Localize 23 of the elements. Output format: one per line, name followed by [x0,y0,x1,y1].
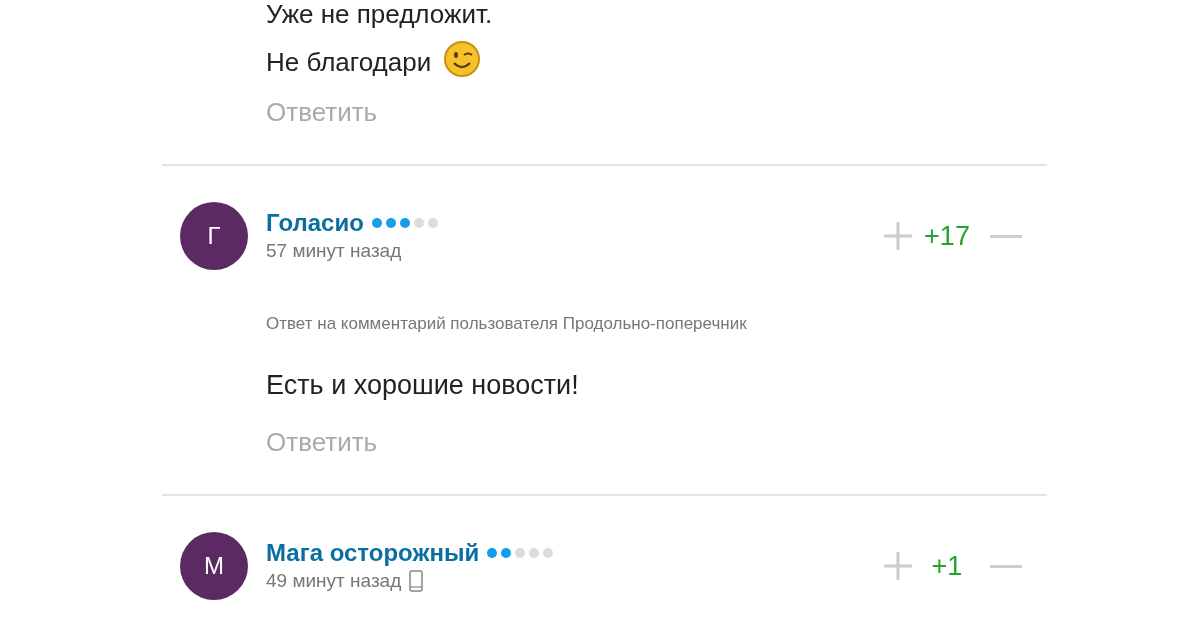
comment-text: Не благодари [266,47,432,77]
phone-icon [409,570,424,592]
username-link[interactable]: Голасио [266,208,364,238]
comment-link[interactable]: комментарий [340,314,446,333]
comment-time: 57 минут назад [266,239,402,263]
reply-info: Ответ на комментарий пользователя Продольно-поперечник [266,313,748,335]
vote-score: +17 [923,219,971,253]
comment-time: 49 минут назад [266,569,402,593]
user-link[interactable]: Продольно-поперечник [562,314,747,333]
avatar: Г [180,202,248,270]
comment-text: Уже не предложит. [266,0,493,29]
minus-icon [990,234,1022,238]
upvote-button[interactable] [882,220,914,252]
downvote-button[interactable] [990,564,1022,568]
plus-icon [882,220,914,252]
avatar: М [180,532,248,600]
upvote-button[interactable] [882,550,914,582]
downvote-button[interactable] [990,234,1022,238]
plus-icon [882,550,914,582]
comment-text: Есть и хорошие новости! [266,369,580,402]
vote-score: +1 [930,549,964,583]
username-link[interactable]: Мага осторожный [266,538,480,568]
minus-icon [990,564,1022,568]
